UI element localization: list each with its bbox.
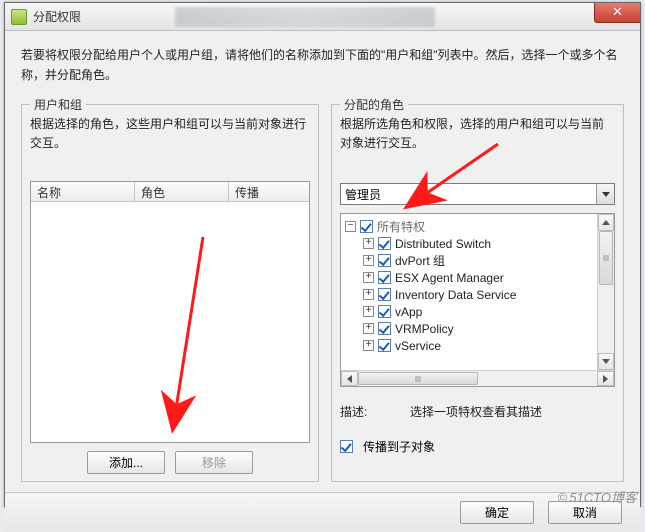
scroll-track[interactable]	[598, 231, 614, 353]
tree-checkbox[interactable]	[378, 339, 391, 352]
chevron-down-icon	[602, 192, 610, 197]
tree-checkbox[interactable]	[378, 322, 391, 335]
privilege-tree[interactable]: − 所有特权 + Distributed Switch + dvP	[340, 213, 615, 371]
role-select-input[interactable]	[341, 184, 596, 204]
tree-row[interactable]: + VRMPolicy	[345, 320, 597, 337]
privilege-tree-viewport[interactable]: − 所有特权 + Distributed Switch + dvP	[341, 214, 597, 370]
tree-label: Inventory Data Service	[395, 288, 516, 302]
tree-checkbox[interactable]	[378, 288, 391, 301]
role-select[interactable]	[340, 183, 615, 205]
propagate-row: 传播到子对象	[340, 438, 615, 455]
tree-expander[interactable]: +	[363, 272, 374, 283]
tree-expander[interactable]: +	[363, 323, 374, 334]
tree-label: Distributed Switch	[395, 237, 491, 251]
tree-checkbox[interactable]	[378, 305, 391, 318]
window-close-button[interactable]: ✕	[594, 3, 640, 23]
propagate-checkbox[interactable]	[340, 440, 353, 453]
tree-expander[interactable]: +	[363, 306, 374, 317]
dialog-window: 分配权限 ✕ 若要将权限分配给用户个人或用户组，请将他们的名称添加到下面的"用户…	[4, 2, 641, 507]
add-button[interactable]: 添加...	[87, 451, 165, 474]
users-listview[interactable]: 名称 角色 传播	[30, 181, 310, 443]
ok-button[interactable]: 确定	[460, 501, 534, 524]
users-listview-header: 名称 角色 传播	[31, 182, 309, 202]
panel-assigned-role: 分配的角色 根据所选角色和权限，选择的用户和组可以与当前对象进行交互。 − 所有…	[331, 104, 624, 482]
tree-checkbox[interactable]	[378, 271, 391, 284]
panel-users-legend: 用户和组	[30, 96, 86, 113]
chevron-up-icon	[602, 220, 610, 225]
column-name[interactable]: 名称	[31, 182, 135, 201]
titlebar-blur	[175, 7, 435, 27]
tree-vertical-scrollbar[interactable]	[597, 214, 614, 370]
tree-root-checkbox[interactable]	[360, 220, 373, 233]
users-listview-body[interactable]	[31, 202, 309, 442]
scroll-track[interactable]	[358, 371, 597, 386]
scroll-down-button[interactable]	[598, 353, 614, 370]
description-label: 描述:	[340, 403, 396, 420]
tree-expander[interactable]: +	[363, 289, 374, 300]
intro-text: 若要将权限分配给用户个人或用户组，请将他们的名称添加到下面的"用户和组"列表中。…	[21, 45, 624, 86]
column-propagate[interactable]: 传播	[229, 182, 309, 201]
chevron-left-icon	[347, 375, 352, 383]
titlebar: 分配权限 ✕	[5, 3, 640, 31]
panel-users-groups: 用户和组 根据选择的角色，这些用户和组可以与当前对象进行交互。 名称 角色 传播…	[21, 104, 319, 482]
column-role[interactable]: 角色	[135, 182, 229, 201]
dialog-content: 若要将权限分配给用户个人或用户组，请将他们的名称添加到下面的"用户和组"列表中。…	[5, 31, 640, 492]
privilege-description-row: 描述: 选择一项特权查看其描述	[340, 403, 615, 420]
panel-role-desc: 根据所选角色和权限，选择的用户和组可以与当前对象进行交互。	[340, 115, 615, 153]
tree-row[interactable]: + vApp	[345, 303, 597, 320]
tree-checkbox[interactable]	[378, 254, 391, 267]
role-select-dropdown-button[interactable]	[596, 184, 614, 204]
chevron-down-icon	[602, 359, 610, 364]
remove-button[interactable]: 移除	[175, 451, 253, 474]
scroll-up-button[interactable]	[598, 214, 614, 231]
users-buttons: 添加... 移除	[30, 451, 310, 474]
tree-horizontal-scrollbar[interactable]	[340, 370, 615, 387]
chevron-right-icon	[603, 375, 608, 383]
panel-users-desc: 根据选择的角色，这些用户和组可以与当前对象进行交互。	[30, 115, 310, 153]
cancel-button[interactable]: 取消	[548, 501, 622, 524]
scroll-grip-icon	[416, 376, 421, 382]
tree-checkbox[interactable]	[378, 237, 391, 250]
scroll-right-button[interactable]	[597, 371, 614, 386]
tree-row[interactable]: + vService	[345, 337, 597, 354]
close-icon: ✕	[612, 4, 623, 19]
tree-label: vApp	[395, 305, 422, 319]
tree-row[interactable]: + dvPort 组	[345, 252, 597, 269]
tree-row[interactable]: + ESX Agent Manager	[345, 269, 597, 286]
tree-expander[interactable]: +	[363, 340, 374, 351]
tree-label: VRMPolicy	[395, 322, 454, 336]
app-icon	[11, 9, 27, 25]
scroll-left-button[interactable]	[341, 371, 358, 386]
tree-expander[interactable]: +	[363, 255, 374, 266]
tree-row[interactable]: + Inventory Data Service	[345, 286, 597, 303]
tree-root-expander[interactable]: −	[345, 221, 356, 232]
window-title: 分配权限	[33, 8, 81, 25]
tree-root-label: 所有特权	[377, 218, 425, 235]
tree-label: dvPort 组	[395, 252, 445, 269]
scroll-thumb[interactable]	[358, 372, 478, 385]
scroll-grip-icon	[603, 256, 609, 261]
tree-root-row[interactable]: − 所有特权	[345, 218, 597, 235]
description-value: 选择一项特权查看其描述	[410, 403, 542, 420]
tree-label: vService	[395, 339, 441, 353]
scroll-thumb[interactable]	[599, 231, 613, 285]
propagate-label: 传播到子对象	[363, 438, 435, 455]
panel-role-legend: 分配的角色	[340, 96, 408, 113]
tree-label: ESX Agent Manager	[395, 271, 504, 285]
panels: 用户和组 根据选择的角色，这些用户和组可以与当前对象进行交互。 名称 角色 传播…	[21, 104, 624, 482]
tree-expander[interactable]: +	[363, 238, 374, 249]
tree-row[interactable]: + Distributed Switch	[345, 235, 597, 252]
